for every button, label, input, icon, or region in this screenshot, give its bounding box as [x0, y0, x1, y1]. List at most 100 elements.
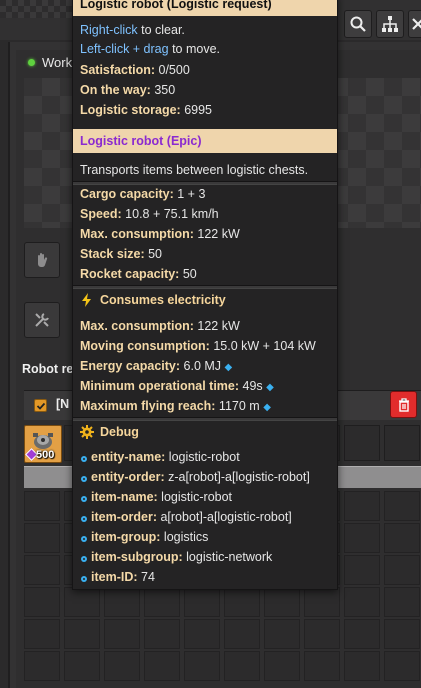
delete-request-button[interactable] — [390, 391, 417, 418]
info-diamond-icon: ◆ — [224, 362, 233, 373]
side-button-1[interactable] — [24, 242, 60, 278]
request-slot[interactable] — [384, 491, 420, 521]
stat-value: 50 — [144, 247, 163, 261]
logistic-robot-slot[interactable]: 500 — [24, 425, 62, 463]
request-slot[interactable] — [384, 523, 420, 553]
request-slot[interactable] — [304, 651, 340, 681]
stat-value: 6.0 MJ — [180, 359, 222, 373]
debug-gear-icon — [81, 536, 87, 542]
request-slot[interactable] — [184, 651, 220, 681]
request-slot[interactable] — [144, 651, 180, 681]
request-slot[interactable] — [24, 651, 60, 681]
energy-capacity: Energy capacity: 6.0 MJ ◆ — [80, 358, 232, 376]
debug-line: entity-name: logistic-robot — [91, 450, 240, 464]
request-slot[interactable] — [104, 651, 140, 681]
request-slot[interactable] — [304, 619, 340, 649]
request-slot[interactable] — [384, 587, 420, 617]
request-slot[interactable] — [264, 651, 300, 681]
request-slot[interactable] — [384, 425, 420, 461]
request-checkbox[interactable] — [34, 399, 47, 412]
robot-requests-title: Robot re — [22, 362, 74, 376]
request-slot[interactable] — [184, 619, 220, 649]
debug-gear-icon — [81, 516, 87, 522]
request-slot[interactable] — [24, 555, 60, 585]
request-slot[interactable] — [344, 619, 380, 649]
stat-value: 122 kW — [193, 227, 240, 241]
debug-value: logistic-robot — [157, 490, 233, 504]
request-slot[interactable] — [24, 587, 60, 617]
search-button[interactable] — [344, 10, 372, 38]
debug-gear-icon — [81, 576, 87, 582]
close-button[interactable] — [408, 10, 421, 38]
electricity-section-title: Consumes electricity — [80, 293, 226, 307]
slot-count: 500 — [36, 449, 55, 461]
debug-label: item-order: — [91, 510, 157, 524]
request-slot[interactable] — [344, 523, 380, 553]
debug-label: item-subgroup: — [91, 550, 183, 564]
request-slot[interactable] — [104, 619, 140, 649]
stat-value: 49s — [239, 379, 263, 393]
satisfaction: Satisfaction: 0/500 — [80, 62, 190, 78]
item-description: Transports items between logistic chests… — [80, 163, 309, 177]
network-icon — [382, 16, 398, 32]
request-slot[interactable] — [384, 651, 420, 681]
request-slot[interactable] — [184, 587, 220, 617]
check-icon — [36, 402, 45, 410]
stat-label: Satisfaction: — [80, 63, 156, 77]
stat-value: 0/500 — [155, 63, 190, 77]
debug-title-text: Debug — [100, 425, 139, 439]
stat-label: On the way: — [80, 83, 151, 97]
status-text: Work — [42, 55, 73, 70]
request-slot[interactable] — [224, 619, 260, 649]
request-slot[interactable] — [24, 619, 60, 649]
request-slot[interactable] — [144, 587, 180, 617]
max-consumption: Max. consumption: 122 kW — [80, 226, 240, 242]
request-slot[interactable] — [64, 587, 100, 617]
lightning-icon — [82, 293, 91, 307]
debug-line: item-ID: 74 — [91, 570, 155, 584]
hand-icon — [38, 253, 48, 268]
request-slot[interactable] — [304, 587, 340, 617]
request-slot[interactable] — [344, 491, 380, 521]
request-slot[interactable] — [264, 587, 300, 617]
request-slot[interactable] — [24, 523, 60, 553]
debug-gear-icon — [81, 556, 87, 562]
request-slot[interactable] — [64, 619, 100, 649]
side-button-2[interactable] — [24, 302, 60, 338]
trash-icon — [398, 397, 409, 412]
request-slot[interactable] — [344, 651, 380, 681]
debug-value: a[robot]-a[logistic-robot] — [156, 510, 292, 524]
network-button[interactable] — [376, 10, 404, 38]
request-slot[interactable] — [24, 491, 60, 521]
request-slot[interactable] — [104, 587, 140, 617]
request-slot[interactable] — [344, 587, 380, 617]
request-slot[interactable] — [144, 619, 180, 649]
debug-label: entity-order: — [91, 470, 165, 484]
stat-value: 350 — [150, 83, 176, 97]
request-slot[interactable] — [344, 555, 380, 585]
min-operational-time: Minimum operational time: 49s ◆ — [80, 378, 274, 396]
stat-label: Max. consumption: — [80, 227, 194, 241]
logistic-robot-icon — [33, 433, 53, 449]
request-name[interactable]: [N — [56, 397, 69, 411]
wrench-icon — [35, 313, 49, 327]
max-flying-reach: Maximum flying reach: 1170 m ◆ — [80, 398, 271, 416]
request-slot[interactable] — [224, 651, 260, 681]
request-slot[interactable] — [384, 555, 420, 585]
search-icon — [350, 16, 366, 32]
stat-value: 1170 m — [215, 399, 260, 413]
request-slot[interactable] — [344, 425, 380, 461]
info-diamond-icon: ◆ — [263, 402, 271, 413]
stat-value: 6995 — [180, 103, 212, 117]
moving-consumption: Moving consumption: 15.0 kW + 104 kW — [80, 338, 316, 354]
request-slot[interactable] — [64, 651, 100, 681]
debug-value: logistics — [160, 530, 209, 544]
stat-label: Max. consumption: — [80, 319, 194, 333]
debug-line: item-order: a[robot]-a[logistic-robot] — [91, 510, 292, 524]
request-slot[interactable] — [224, 587, 260, 617]
stat-label: Moving consumption: — [80, 339, 210, 353]
request-slot[interactable] — [384, 619, 420, 649]
on-the-way: On the way: 350 — [80, 82, 175, 98]
stat-label: Speed: — [80, 207, 122, 221]
request-slot[interactable] — [264, 619, 300, 649]
